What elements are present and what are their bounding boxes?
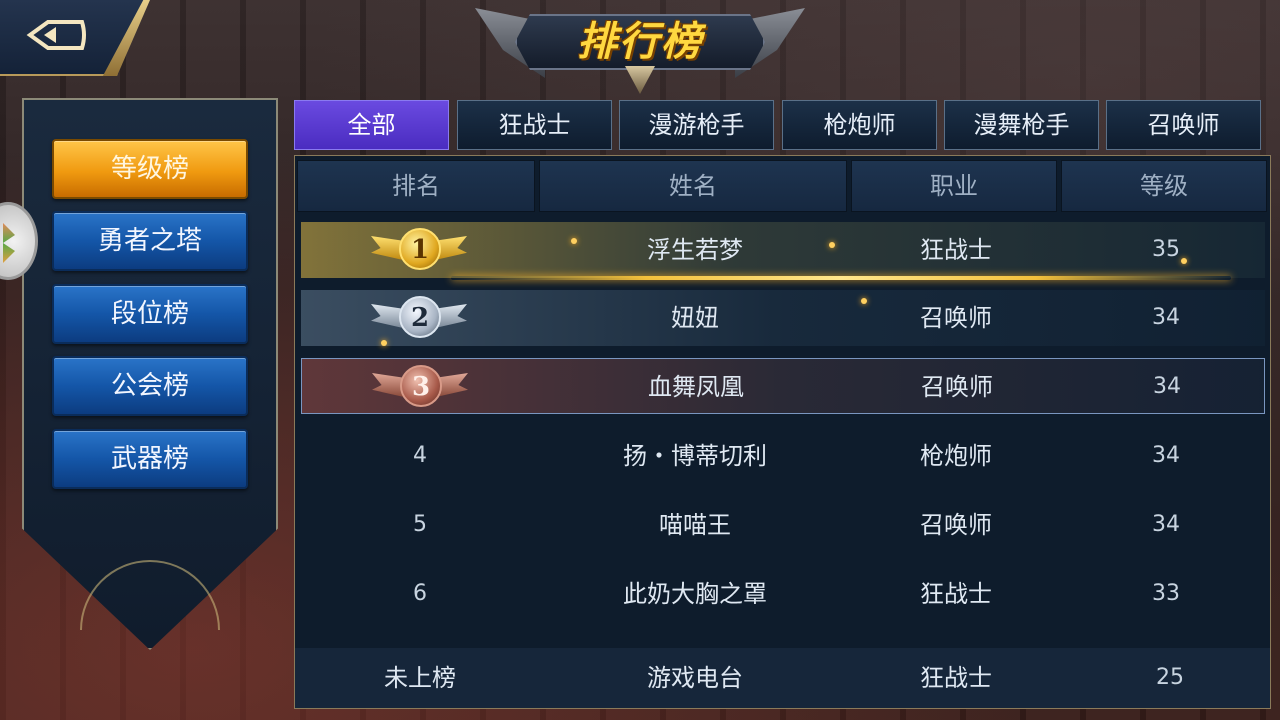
self-class: 狂战士: [920, 664, 992, 692]
player-class: 召唤师: [921, 373, 993, 401]
player-class: 狂战士: [920, 236, 992, 264]
drawer-icon: [3, 223, 15, 263]
player-class: 召唤师: [920, 304, 992, 332]
self-name: 游戏电台: [647, 664, 743, 692]
rank-number: 2: [399, 296, 441, 338]
rank-number: 5: [413, 512, 427, 537]
rank-number: 6: [413, 581, 427, 606]
tab-dance-gunner[interactable]: 漫舞枪手: [944, 100, 1099, 150]
player-name: 浮生若梦: [647, 236, 743, 264]
player-level: 34: [1152, 512, 1180, 537]
player-class: 召唤师: [920, 511, 992, 539]
player-level: 33: [1152, 581, 1180, 606]
ranking-table: 排名 姓名 职业 等级 1 浮生若梦 狂战士 35 2 妞妞 召唤师 34 3 …: [294, 155, 1271, 709]
tab-ranger[interactable]: 漫游枪手: [619, 100, 774, 150]
player-name: 扬・博蒂切利: [623, 442, 767, 470]
sparkle-effect: [451, 276, 1231, 280]
silver-medal-icon: 2: [369, 296, 469, 342]
self-rank: 未上榜: [384, 664, 456, 692]
sidebar-item-guild-ranking[interactable]: 公会榜: [52, 356, 248, 416]
gold-medal-icon: 1: [369, 228, 469, 274]
sidebar-item-hero-tower[interactable]: 勇者之塔: [52, 211, 248, 271]
sparkle-effect: [829, 242, 835, 248]
table-row[interactable]: 2 妞妞 召唤师 34: [301, 290, 1265, 346]
sidebar-item-division-ranking[interactable]: 段位榜: [52, 284, 248, 344]
player-level: 34: [1152, 443, 1180, 468]
header-level: 等级: [1061, 160, 1267, 212]
player-name: 血舞凤凰: [648, 373, 744, 401]
rank-number: 3: [400, 365, 442, 407]
player-name: 喵喵王: [659, 511, 731, 539]
player-level: 34: [1152, 305, 1180, 330]
player-name: 此奶大胸之罩: [623, 580, 767, 608]
sparkle-effect: [381, 340, 387, 346]
banner-gem: [625, 66, 655, 94]
tab-all[interactable]: 全部: [294, 100, 449, 150]
tab-summoner[interactable]: 召唤师: [1106, 100, 1261, 150]
player-class: 狂战士: [920, 580, 992, 608]
self-level: 25: [1156, 665, 1184, 690]
table-row[interactable]: 3 血舞凤凰 召唤师 34: [301, 358, 1265, 414]
bronze-medal-icon: 3: [370, 365, 470, 411]
player-level: 34: [1153, 374, 1181, 399]
sparkle-effect: [1181, 258, 1187, 264]
tab-berserker[interactable]: 狂战士: [457, 100, 612, 150]
table-row[interactable]: 4 扬・博蒂切利 枪炮师 34: [301, 428, 1265, 484]
player-level: 35: [1152, 237, 1180, 262]
sidebar-item-level-ranking[interactable]: 等级榜: [52, 139, 248, 199]
player-class: 枪炮师: [920, 442, 992, 470]
header-rank: 排名: [297, 160, 535, 212]
header-class: 职业: [851, 160, 1057, 212]
page-title: 排行榜: [577, 19, 703, 65]
sidebar-item-weapon-ranking[interactable]: 武器榜: [52, 429, 248, 489]
table-row[interactable]: 5 喵喵王 召唤师 34: [301, 497, 1265, 553]
header-name: 姓名: [539, 160, 847, 212]
class-filter-tabs: 全部 狂战士 漫游枪手 枪炮师 漫舞枪手 召唤师: [294, 100, 1261, 150]
title-banner: 排行榜: [475, 4, 805, 94]
back-arrow-icon: [26, 20, 86, 50]
sparkle-effect: [571, 238, 577, 244]
table-row[interactable]: 1 浮生若梦 狂战士 35: [301, 222, 1265, 280]
table-row[interactable]: 6 此奶大胸之罩 狂战士 33: [301, 566, 1265, 622]
player-name: 妞妞: [671, 304, 719, 332]
tab-gunner[interactable]: 枪炮师: [782, 100, 937, 150]
rank-number: 4: [413, 443, 427, 468]
self-rank-row: 未上榜 游戏电台 狂战士 25: [295, 648, 1270, 708]
sparkle-effect: [861, 298, 867, 304]
rank-number: 1: [399, 228, 441, 270]
